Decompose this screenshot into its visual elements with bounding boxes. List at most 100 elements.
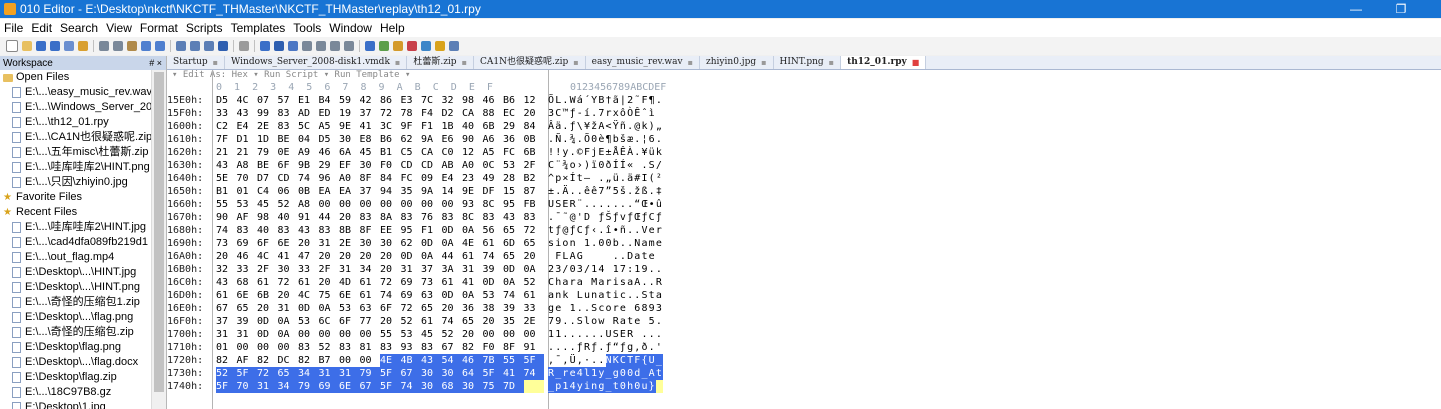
hex-byte[interactable]: 59 (339, 94, 360, 107)
hex-row[interactable]: C2 E4 2E 83 5C A5 9E 41 3C 9F F1 1B 40 6B 29 84 (216, 120, 546, 133)
hex-byte[interactable]: 47 (298, 250, 319, 263)
hex-byte[interactable]: E6 (442, 133, 463, 146)
hex-byte[interactable]: 73 (421, 276, 442, 289)
hex-byte[interactable]: 00 (237, 341, 258, 354)
hex-byte[interactable]: 72 (257, 367, 278, 380)
hex-byte[interactable]: 21 (216, 146, 237, 159)
ascii-char[interactable]: . (548, 211, 555, 224)
ascii-char[interactable]: T (627, 354, 635, 367)
ascii-char[interactable]: 0 (619, 380, 628, 393)
ascii-char[interactable] (634, 159, 641, 172)
ascii-char[interactable]: . (627, 224, 634, 237)
hex-byte[interactable]: CD (401, 159, 422, 172)
ascii-char[interactable]: S (577, 315, 584, 328)
ascii-char[interactable]: . (634, 224, 641, 237)
hex-byte[interactable]: 75 (482, 380, 503, 393)
ascii-char[interactable]: 1 (634, 263, 641, 276)
hex-byte[interactable]: 9E (462, 185, 483, 198)
hex-byte[interactable]: 83 (442, 211, 463, 224)
ascii-char[interactable]: ¶ (606, 133, 613, 146)
ascii-char[interactable]: ± (548, 185, 555, 198)
hex-byte[interactable]: D5 (216, 94, 237, 107)
ascii-row[interactable]: sion 1.00b..Name (548, 237, 664, 250)
hex-byte[interactable]: 83 (421, 341, 442, 354)
hex-byte[interactable]: 5E (216, 172, 237, 185)
ascii-char[interactable]: u (584, 289, 591, 302)
hex-byte[interactable]: 20 (339, 211, 360, 224)
hex-byte[interactable]: 65 (421, 302, 442, 315)
ascii-char[interactable]: ê (591, 185, 598, 198)
hex-byte[interactable]: 6F (257, 237, 278, 250)
hex-byte[interactable]: 20 (524, 107, 545, 120)
hex-byte[interactable]: 91 (524, 341, 545, 354)
ascii-char[interactable]: . (598, 172, 605, 185)
ascii-char[interactable]: t (655, 367, 663, 380)
ascii-char[interactable]: a (548, 289, 555, 302)
hex-byte[interactable]: 41 (503, 367, 524, 380)
hex-byte[interactable]: 37 (360, 185, 381, 198)
ascii-char[interactable]: a (577, 276, 584, 289)
hex-byte[interactable]: 00 (401, 198, 422, 211)
ascii-char[interactable]: _ (605, 380, 613, 393)
hex-byte[interactable]: 3C (380, 120, 401, 133)
hex-byte[interactable]: 83 (278, 120, 299, 133)
list-item[interactable]: E:\...\Windows_Server_200 (0, 100, 166, 115)
ascii-char[interactable]: A (648, 367, 656, 380)
hex-row[interactable]: 67 65 20 31 0D 0A 53 63 6F 72 65 20 36 38 39 33 (216, 302, 546, 315)
ascii-char[interactable]: © (577, 146, 584, 159)
ascii-char[interactable]: 1 (555, 328, 562, 341)
hex-byte[interactable]: 83 (278, 107, 299, 120)
open-file-icon[interactable] (22, 41, 32, 51)
hex-byte[interactable]: 34 (360, 263, 381, 276)
ascii-char[interactable]: 3 (656, 302, 663, 315)
ascii-row[interactable]: .Ñ.¾.Õ0è¶bšæ.¦6. (548, 133, 664, 146)
hex-byte[interactable]: 83 (319, 224, 340, 237)
ascii-char[interactable]: R (584, 341, 591, 354)
ascii-char[interactable]: 1 (591, 263, 598, 276)
ascii-char[interactable]: ) (584, 159, 591, 172)
hex-byte[interactable]: 34 (277, 380, 298, 393)
ascii-char[interactable]: A (570, 250, 577, 263)
hex-byte[interactable]: 52 (442, 328, 463, 341)
hex-byte[interactable]: 72 (524, 224, 545, 237)
ascii-char[interactable]: r (570, 276, 577, 289)
hex-byte[interactable]: E4 (237, 120, 258, 133)
hex-byte[interactable]: 9E (339, 120, 360, 133)
hex-byte[interactable]: 30 (360, 237, 381, 250)
ascii-char[interactable]: ‚ (577, 354, 584, 367)
ascii-char[interactable] (591, 211, 598, 224)
hex-byte[interactable]: C5 (401, 146, 422, 159)
ascii-row[interactable]: tƒ@ƒCƒ‹.î•ñ..Ver (548, 224, 664, 237)
ascii-char[interactable]: i (583, 380, 592, 393)
ascii-char[interactable]: j (591, 146, 598, 159)
hex-byte[interactable]: 20 (380, 250, 401, 263)
ascii-char[interactable]: À (627, 146, 634, 159)
hex-byte[interactable]: 41 (360, 120, 381, 133)
ascii-char[interactable]: n (591, 380, 599, 393)
hex-byte[interactable]: 20 (298, 237, 319, 250)
hex-byte[interactable]: 42 (360, 94, 381, 107)
ascii-char[interactable]: . (584, 328, 591, 341)
ascii-char[interactable]: W (570, 94, 577, 107)
ascii-char[interactable]: Å (613, 146, 620, 159)
hex-byte[interactable]: 69 (237, 237, 258, 250)
ascii-char[interactable]: a (634, 250, 641, 263)
ascii-row[interactable]: FLAG ..Date (548, 250, 664, 263)
hex-byte[interactable]: 5C (298, 120, 319, 133)
paragraph-icon[interactable] (316, 41, 326, 51)
ascii-char[interactable]: { (641, 354, 649, 367)
ascii-char[interactable]: Ê (620, 146, 627, 159)
hex-byte[interactable]: 63 (421, 289, 442, 302)
hex-byte[interactable]: 06 (278, 185, 299, 198)
ascii-char[interactable]: o (591, 315, 598, 328)
ascii-char[interactable]: S (591, 302, 598, 315)
ascii-char[interactable]: è (598, 133, 605, 146)
hex-byte[interactable]: 00 (360, 198, 381, 211)
hex-byte[interactable]: 61 (442, 276, 463, 289)
hex-byte[interactable]: E3 (401, 94, 422, 107)
ascii-char[interactable]: . (591, 354, 598, 367)
ascii-char[interactable]: 1 (548, 328, 555, 341)
hex-byte[interactable]: 65 (503, 250, 524, 263)
hex-byte[interactable]: 83 (278, 224, 299, 237)
close-icon[interactable]: ▪ (829, 56, 834, 69)
